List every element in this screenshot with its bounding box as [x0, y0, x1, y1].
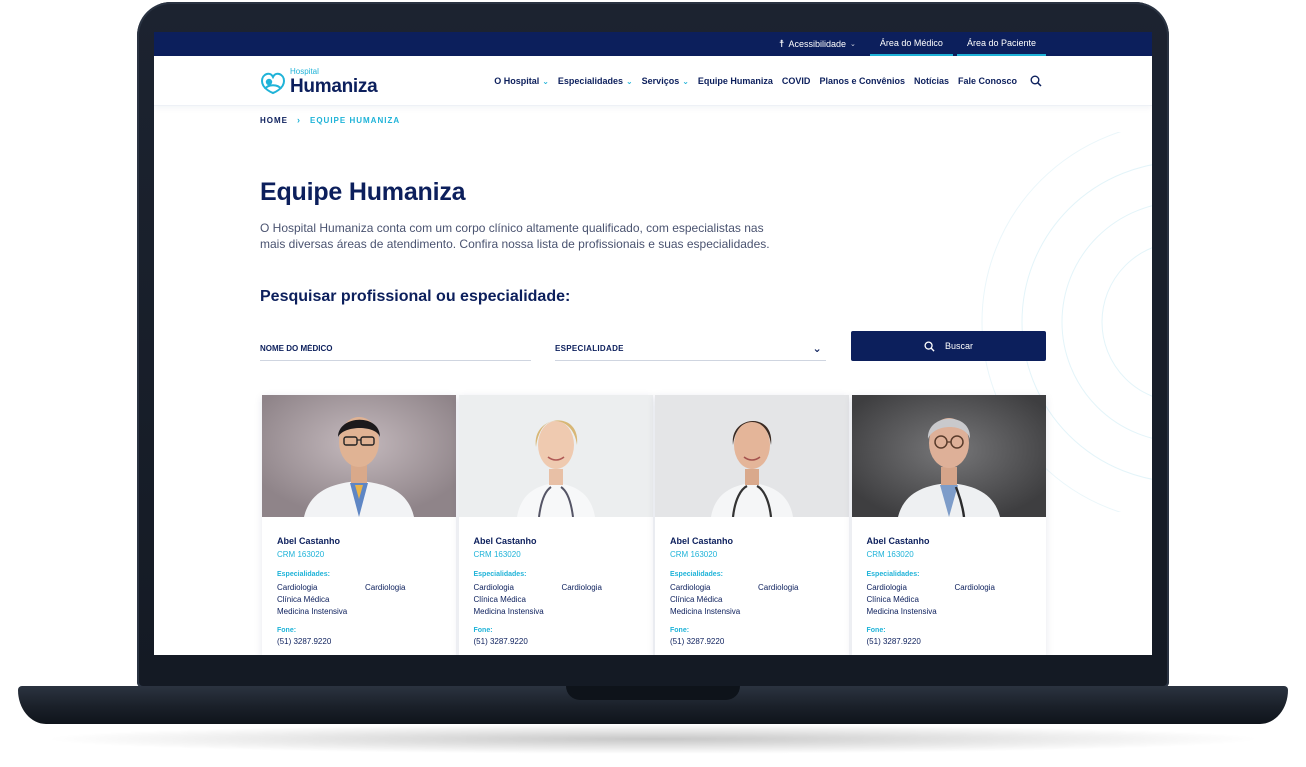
accessibility-icon: ☨ [779, 38, 785, 50]
doctor-card[interactable]: Abel Castanho CRM 163020 Especialidades:… [851, 395, 1046, 655]
specialties-label: Especialidades: [473, 571, 527, 578]
specialties-label: Especialidades: [277, 571, 330, 578]
specialty-item: Clínica Médica [866, 595, 919, 604]
search-icon[interactable] [1030, 75, 1042, 87]
doctor-photo [851, 395, 1046, 518]
doctor-phone: (51) 3287.9220 [866, 637, 921, 646]
specialty-item: Cardiologia [561, 583, 602, 592]
page-title: Equipe Humaniza [260, 178, 466, 206]
specialties-label: Especialidades: [670, 571, 723, 578]
laptop-shadow [40, 724, 1266, 754]
doctor-crm: CRM 163020 [670, 550, 718, 559]
nav-item-equipe-humaniza[interactable]: Equipe Humaniza [698, 76, 773, 86]
specialty-select[interactable]: ESPECIALIDADE ⌄ [555, 336, 826, 361]
nav-item-especialidades[interactable]: Especialidades ⌄ [558, 76, 633, 86]
specialty-item: Medicina Instensiva [670, 607, 741, 616]
specialty-item: Cardiologia [758, 583, 799, 592]
specialty-item: Clínica Médica [277, 595, 330, 604]
doctor-name-field[interactable] [260, 336, 531, 361]
doctor-photo [262, 395, 456, 517]
doctor-phone: (51) 3287.9220 [473, 637, 528, 646]
site-logo[interactable]: Hospital Humaniza [258, 67, 378, 97]
doctor-card-list: Abel Castanho CRM 163020 Especialidades:… [262, 395, 1048, 655]
accessibility-menu[interactable]: ☨ Acessibilidade ⌄ [769, 32, 866, 56]
specialty-item: Cardiologia [473, 583, 514, 592]
doctor-name: Abel Castanho [670, 536, 734, 546]
chevron-down-icon: ⌄ [850, 41, 856, 48]
specialty-select-label: ESPECIALIDADE [555, 343, 624, 353]
nav-item-o-hospital[interactable]: O Hospital ⌄ [494, 76, 549, 86]
chevron-down-icon: ⌄ [812, 342, 822, 355]
phone-label: Fone: [277, 627, 297, 634]
breadcrumb: HOME › EQUIPE HUMANIZA [260, 115, 400, 125]
doctor-phone: (51) 3287.9220 [277, 637, 332, 646]
nav-item-covid[interactable]: COVID [782, 76, 811, 86]
chevron-down-icon: ⌄ [542, 76, 549, 86]
doctor-name-input[interactable] [260, 343, 531, 353]
specialty-item: Cardiologia [866, 583, 907, 592]
specialty-item: Clínica Médica [473, 595, 526, 604]
main-nav: O Hospital ⌄ Especialidades ⌄ Serviços ⌄ Eq… [485, 56, 1042, 106]
phone-label: Fone: [670, 627, 690, 634]
specialty-item: Cardiologia [365, 583, 406, 592]
specialty-item: Cardiologia [670, 583, 711, 592]
specialty-item: Medicina Instensiva [277, 607, 348, 616]
screen: ☨ Acessibilidade ⌄ Área do Médico Área d… [154, 32, 1152, 655]
utility-bar: ☨ Acessibilidade ⌄ Área do Médico Área d… [154, 32, 1152, 56]
specialty-item: Cardiologia [954, 583, 995, 592]
logo-big-text: Humaniza [290, 76, 378, 97]
doctor-card[interactable]: Abel Castanho CRM 163020 Especialidades:… [262, 395, 456, 655]
tab-area-paciente[interactable]: Área do Paciente [956, 32, 1046, 56]
phone-label: Fone: [866, 627, 886, 634]
logo-small-text: Hospital [290, 67, 319, 76]
tab-area-medico[interactable]: Área do Médico [869, 32, 953, 56]
laptop-notch [566, 686, 740, 700]
breadcrumb-separator: › [297, 115, 301, 125]
search-button[interactable]: Buscar [851, 331, 1046, 361]
doctor-name: Abel Castanho [277, 536, 341, 546]
specialty-item: Cardiologia [277, 583, 318, 592]
phone-label: Fone: [473, 627, 493, 634]
doctor-card[interactable]: Abel Castanho CRM 163020 Especialidades:… [655, 395, 849, 655]
doctor-phone: (51) 3287.9220 [670, 637, 725, 646]
doctor-photo [655, 395, 849, 518]
breadcrumb-home[interactable]: HOME [260, 116, 288, 125]
nav-item-fale-conosco[interactable]: Fale Conosco [958, 76, 1017, 86]
doctor-crm: CRM 163020 [277, 550, 325, 559]
specialty-item: Medicina Instensiva [473, 607, 544, 616]
nav-item-servicos[interactable]: Serviços ⌄ [642, 76, 689, 86]
doctor-crm: CRM 163020 [473, 550, 521, 559]
logo-mark-icon [260, 72, 286, 95]
doctor-name: Abel Castanho [866, 536, 930, 546]
breadcrumb-current: EQUIPE HUMANIZA [310, 115, 401, 125]
specialties-label: Especialidades: [866, 571, 920, 578]
nav-label: Serviços [641, 76, 680, 86]
site-header: Hospital Humaniza O Hospital ⌄ Especialid… [154, 56, 1152, 106]
accessibility-label: Acessibilidade [788, 39, 847, 49]
doctor-photo [458, 395, 653, 518]
nav-label: O Hospital [494, 76, 540, 86]
search-title: Pesquisar profissional ou especialidade: [260, 288, 571, 305]
nav-item-noticias[interactable]: Notícias [914, 76, 949, 86]
specialty-item: Medicina Instensiva [866, 607, 937, 616]
page-description: O Hospital Humaniza conta com um corpo c… [260, 221, 770, 251]
nav-item-planos-convenios[interactable]: Planos e Convênios [819, 76, 905, 86]
search-button-label: Buscar [944, 341, 973, 351]
doctor-crm: CRM 163020 [866, 550, 914, 559]
specialty-item: Clínica Médica [670, 595, 723, 604]
chevron-down-icon: ⌄ [625, 76, 633, 86]
chevron-down-icon: ⌄ [682, 76, 689, 86]
doctor-name: Abel Castanho [473, 536, 537, 546]
doctor-card[interactable]: Abel Castanho CRM 163020 Especialidades:… [458, 395, 653, 655]
search-icon [924, 340, 935, 352]
nav-label: Especialidades [557, 76, 623, 86]
